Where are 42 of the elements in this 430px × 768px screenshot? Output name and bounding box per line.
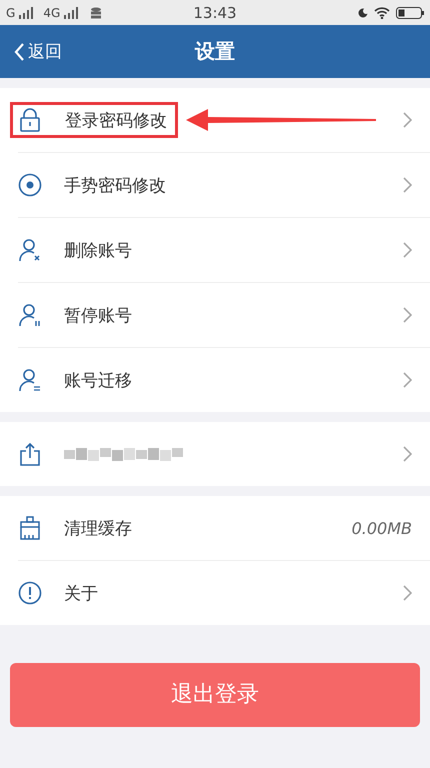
- battery-icon: [396, 6, 424, 18]
- user-transfer-icon: [18, 368, 42, 392]
- chevron-right-icon: [403, 307, 412, 323]
- chevron-right-icon: [403, 177, 412, 193]
- signal-icon: [63, 6, 80, 18]
- settings-item[interactable]: 清理缓存 0.00MB: [18, 496, 430, 560]
- target-icon: [18, 173, 42, 197]
- chevron-right-icon: [403, 372, 412, 388]
- chevron-left-icon: [14, 42, 24, 60]
- signal-icon: [18, 6, 34, 18]
- moon-icon: [358, 8, 368, 18]
- carrier-label: G: [6, 6, 16, 20]
- user-remove-icon: [18, 238, 42, 262]
- wifi-icon: [374, 6, 390, 18]
- settings-item[interactable]: 删除账号: [18, 217, 430, 282]
- chevron-right-icon: [403, 585, 412, 601]
- item-label: 暂停账号: [64, 304, 132, 326]
- settings-item[interactable]: 关于: [18, 560, 430, 625]
- settings-item[interactable]: 登录密码修改: [18, 88, 430, 152]
- settings-item[interactable]: 手势密码修改: [18, 152, 430, 217]
- database-icon: [90, 6, 102, 18]
- clock-time: 13:43: [193, 4, 237, 22]
- chevron-right-icon: [403, 242, 412, 258]
- page-title: 设置: [195, 39, 235, 63]
- lock-icon: [19, 108, 43, 132]
- back-button[interactable]: 返回: [12, 36, 64, 67]
- brush-icon: [18, 516, 42, 540]
- item-label: 删除账号: [64, 240, 132, 262]
- settings-item[interactable]: 暂停账号: [18, 282, 430, 347]
- item-label: 手势密码修改: [64, 174, 166, 196]
- share-icon: [18, 442, 42, 466]
- item-label: 清理缓存: [64, 518, 132, 540]
- cache-size: 0.00MB: [352, 518, 412, 538]
- chevron-right-icon: [403, 112, 412, 128]
- settings-item[interactable]: 账号迁移: [18, 347, 430, 412]
- user-pause-icon: [18, 303, 42, 327]
- item-label: 账号迁移: [64, 370, 132, 392]
- info-icon: [18, 581, 42, 605]
- item-label: 登录密码修改: [65, 110, 167, 132]
- carrier-label: 4G: [43, 6, 60, 20]
- chevron-right-icon: [403, 446, 412, 462]
- item-label: 关于: [64, 582, 98, 604]
